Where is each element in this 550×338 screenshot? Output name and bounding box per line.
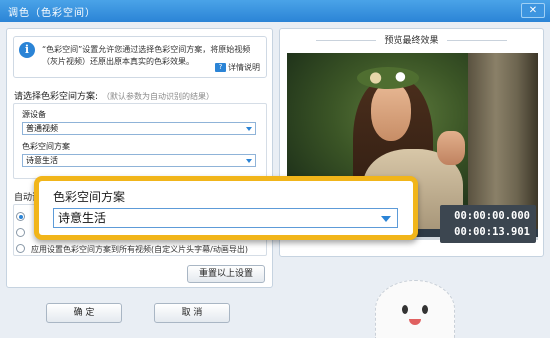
flower-crown <box>357 67 419 89</box>
auto-option-1-radio[interactable] <box>16 212 25 221</box>
help-icon: ? <box>215 63 226 72</box>
info-icon: i <box>19 42 35 58</box>
mascot-mouth <box>409 319 421 325</box>
title-bar: 调色（色彩空间） ✕ <box>0 0 550 22</box>
help-label: 详情说明 <box>228 63 260 72</box>
close-button[interactable]: ✕ <box>521 3 545 18</box>
mascot-illustration <box>375 280 455 338</box>
callout-label: 色彩空间方案 <box>53 190 126 204</box>
zoom-callout: 色彩空间方案 诗意生活 <box>34 176 418 240</box>
auto-option-3-radio[interactable] <box>16 244 25 253</box>
chevron-down-icon <box>381 216 391 222</box>
auto-option-2-radio[interactable] <box>16 228 25 237</box>
source-device-select[interactable]: 普通视频 <box>22 122 256 135</box>
color-space-value: 诗意生活 <box>26 156 58 165</box>
tree-trunk <box>468 53 538 229</box>
reset-settings-button[interactable]: 重置以上设置 <box>187 265 265 283</box>
chevron-down-icon <box>246 159 252 163</box>
auto-option-3-label: 应用设置色彩空间方案到所有视频(自定义片头字幕/动画导出) <box>31 245 248 254</box>
help-link[interactable]: ? 详情说明 <box>215 62 260 73</box>
callout-select-value: 诗意生活 <box>58 211 107 225</box>
color-space-select[interactable]: 诗意生活 <box>22 154 256 167</box>
scheme-hint: （默认参数为自动识别的结果） <box>102 92 215 101</box>
source-device-value: 普通视频 <box>26 124 58 133</box>
source-device-label: 源设备 <box>22 110 46 119</box>
preview-title: 预览最终效果 <box>280 33 543 46</box>
ok-button[interactable]: 确 定 <box>46 303 122 323</box>
woman-hand <box>437 131 465 165</box>
mascot-eye <box>402 305 408 314</box>
close-icon: ✕ <box>528 5 538 16</box>
time-display: 00:00:00.000 00:00:13.901 <box>440 205 536 243</box>
mascot-eye <box>422 305 428 314</box>
chevron-down-icon <box>246 127 252 131</box>
settings-panel: i “色彩空间”设置允许您通过选择色彩空间方案，将原始视频（灰片视频）还原出原本… <box>6 28 273 288</box>
preview-title-text: 预览最终效果 <box>384 36 439 46</box>
callout-color-space-select[interactable]: 诗意生活 <box>53 208 398 228</box>
scheme-heading: 请选择色彩空间方案: （默认参数为自动识别的结果） <box>14 89 214 102</box>
color-space-label: 色彩空间方案 <box>22 142 70 151</box>
total-time: 00:00:13.901 <box>454 226 530 238</box>
current-time: 00:00:00.000 <box>454 210 530 222</box>
info-box: i “色彩空间”设置允许您通过选择色彩空间方案，将原始视频（灰片视频）还原出原本… <box>13 36 267 78</box>
scheme-heading-text: 请选择色彩空间方案: <box>14 92 99 102</box>
window-title: 调色（色彩空间） <box>8 8 96 19</box>
cancel-button[interactable]: 取 消 <box>154 303 230 323</box>
woman-face <box>371 83 411 141</box>
